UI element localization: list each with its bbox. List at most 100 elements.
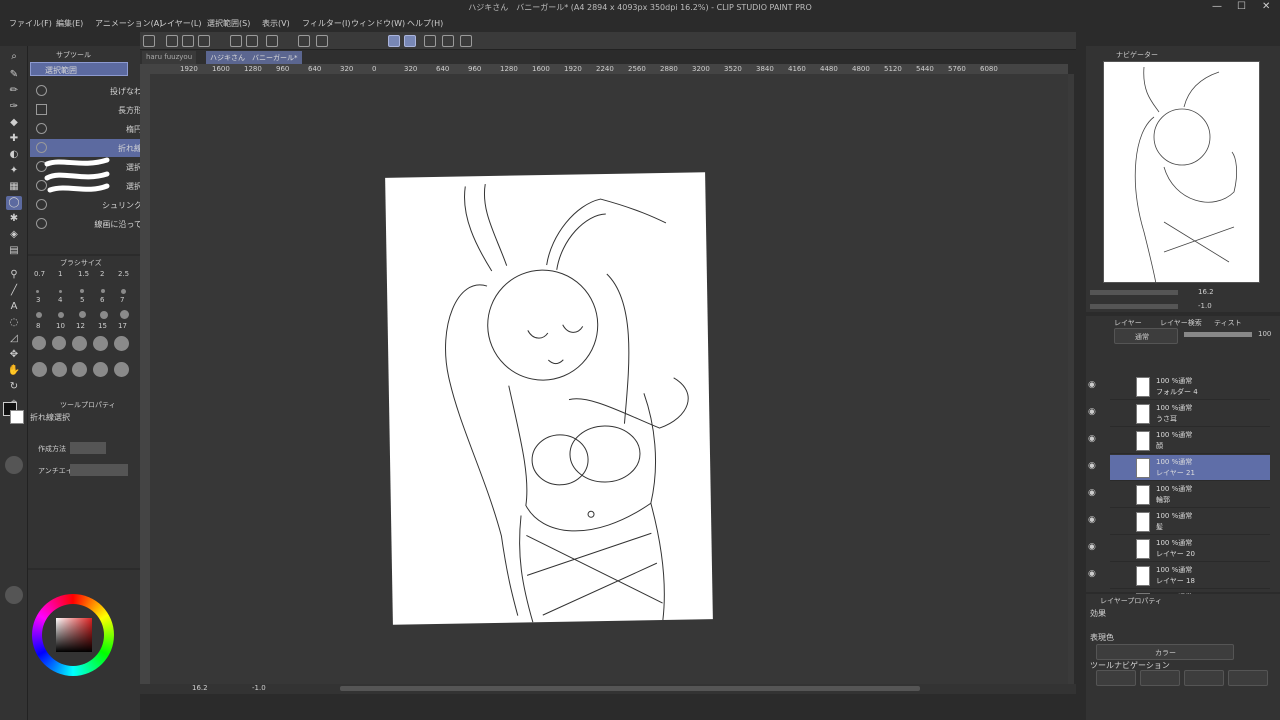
- fill-tool-icon[interactable]: ◈: [6, 228, 22, 242]
- close-icon[interactable]: ✕: [1262, 1, 1270, 12]
- brush-size-grid[interactable]: 0.7 1 1.5 2 2.5 3 4 5 6 7 8 10 12 15 17: [28, 270, 140, 398]
- decoration-tool-icon[interactable]: ✚: [6, 132, 22, 146]
- frame-tool-icon[interactable]: ▦: [6, 180, 22, 194]
- rotate-tool-icon[interactable]: ↻: [6, 380, 22, 394]
- auto-select-tool-icon[interactable]: ✱: [6, 212, 22, 226]
- new-file-icon[interactable]: [166, 35, 178, 47]
- eye-icon[interactable]: ◉: [1088, 380, 1096, 390]
- brush-tool-icon[interactable]: ✑: [6, 100, 22, 114]
- menu-layer[interactable]: レイヤー(L): [159, 18, 201, 29]
- menu-file[interactable]: ファイル(F): [9, 18, 52, 29]
- eye-icon[interactable]: ◉: [1088, 434, 1096, 444]
- airbrush-tool-icon[interactable]: ✦: [6, 164, 22, 178]
- balloon-tool-icon[interactable]: ◌: [6, 316, 22, 330]
- eye-icon[interactable]: ◉: [1088, 515, 1096, 525]
- layer-row[interactable]: 100 %通常 レイヤー 21: [1110, 455, 1270, 481]
- crop-icon[interactable]: [316, 35, 328, 47]
- eyedropper-tool-icon[interactable]: ⚲: [6, 268, 22, 282]
- layer-row[interactable]: 100 %通常 うさ耳: [1110, 401, 1270, 427]
- subtool-rectangle[interactable]: 長方形選択: [30, 101, 158, 119]
- vertical-scrollbar[interactable]: [1068, 74, 1074, 684]
- creation-method-buttons[interactable]: [70, 442, 106, 454]
- pencil-tool-icon[interactable]: ✏: [6, 84, 22, 98]
- layer-row[interactable]: 100 %通常 輪郭: [1110, 482, 1270, 508]
- hand-tool-icon[interactable]: ✋: [6, 364, 22, 378]
- ruler-tick-label: 2880: [660, 65, 678, 73]
- layer-row[interactable]: 100 %通常 レイヤー 20: [1110, 536, 1270, 562]
- menu-selection[interactable]: 選択範囲(S): [207, 18, 250, 29]
- layer-row[interactable]: 100 %通常 レイヤー 18: [1110, 563, 1270, 589]
- ruler-tick-label: 3520: [724, 65, 742, 73]
- subtool-polyline[interactable]: 折れ線選択: [30, 139, 158, 157]
- layer-row[interactable]: 100 %通常 フォルダー 4: [1110, 374, 1270, 400]
- layer-row[interactable]: 100 %通常髪: [1110, 509, 1270, 535]
- tool-nav-button-3[interactable]: [1184, 670, 1224, 686]
- eye-icon[interactable]: ◉: [1088, 488, 1096, 498]
- doc-tab-2[interactable]: ハジキさん バニーガール*: [206, 51, 302, 64]
- eye-icon[interactable]: ◉: [1088, 569, 1096, 579]
- menu-animation[interactable]: アニメーション(A): [95, 18, 162, 29]
- subtool-lasso[interactable]: 投げなわ選択: [30, 82, 158, 100]
- gradient-tool-icon[interactable]: ▤: [6, 244, 22, 258]
- layer-search-tab[interactable]: レイヤー検索: [1160, 318, 1202, 328]
- selection-tool-icon[interactable]: ◯: [6, 196, 22, 210]
- transform-icon[interactable]: [298, 35, 310, 47]
- zoom-tool-icon[interactable]: ⌕: [6, 50, 22, 64]
- text-tool-icon[interactable]: A: [6, 300, 22, 314]
- eye-icon[interactable]: ◉: [1088, 461, 1096, 471]
- subtool-ellipse[interactable]: 楕円選択: [30, 120, 158, 138]
- eye-icon[interactable]: ◉: [1088, 407, 1096, 417]
- settings-icon[interactable]: [460, 35, 472, 47]
- redo-icon[interactable]: [246, 35, 258, 47]
- angle-slider[interactable]: [1090, 304, 1178, 309]
- horizontal-scrollbar[interactable]: [340, 686, 920, 691]
- auto-action-tab[interactable]: ティスト: [1214, 318, 1242, 328]
- sub-color-swatch[interactable]: [10, 410, 24, 424]
- line-tool-icon[interactable]: ╱: [6, 284, 22, 298]
- navigator-zoom[interactable]: 16.2: [1198, 288, 1214, 296]
- menu-edit[interactable]: 編集(E): [56, 18, 83, 29]
- expression-color-select[interactable]: カラー: [1096, 644, 1234, 660]
- eye-icon[interactable]: ◉: [1088, 542, 1096, 552]
- angle-value[interactable]: -1.0: [252, 684, 266, 692]
- navigator-preview[interactable]: [1103, 61, 1260, 285]
- layer-row[interactable]: 100 %通常顔: [1110, 428, 1270, 454]
- app-icon[interactable]: [143, 35, 155, 47]
- snap-grid-icon[interactable]: [424, 35, 436, 47]
- zoom-value[interactable]: 16.2: [192, 684, 208, 692]
- layer-tab[interactable]: レイヤー: [1114, 318, 1142, 328]
- tool-nav-button-4[interactable]: [1228, 670, 1268, 686]
- document-tabs: haru fuuzyou ハジキさん バニーガール*: [140, 50, 540, 64]
- pen-tool-icon[interactable]: ✎: [6, 68, 22, 82]
- opacity-slider[interactable]: [1184, 332, 1252, 337]
- subtool-shrink-select[interactable]: シュリンク選択: [30, 196, 158, 214]
- blend-mode-select[interactable]: 通常: [1114, 328, 1178, 344]
- eraser-tool-icon[interactable]: ◆: [6, 116, 22, 130]
- subtool-line-select[interactable]: 線画に沿って選択: [30, 215, 158, 233]
- minimize-icon[interactable]: —: [1212, 1, 1222, 12]
- open-icon[interactable]: [182, 35, 194, 47]
- menu-view[interactable]: 表示(V): [262, 18, 290, 29]
- undo-icon[interactable]: [230, 35, 242, 47]
- frame-border-tool-icon[interactable]: ◿: [6, 332, 22, 346]
- tool-nav-button-2[interactable]: [1140, 670, 1180, 686]
- zoom-slider[interactable]: [1090, 290, 1178, 295]
- snap-ruler-icon[interactable]: [388, 35, 400, 47]
- ruler-icon[interactable]: [442, 35, 454, 47]
- saturation-value-square[interactable]: [56, 618, 92, 652]
- snap-special-ruler-icon[interactable]: [404, 35, 416, 47]
- antialias-buttons[interactable]: [70, 464, 128, 476]
- drawing-paper[interactable]: [385, 172, 713, 625]
- blend-tool-icon[interactable]: ◐: [6, 148, 22, 162]
- maximize-icon[interactable]: ☐: [1237, 1, 1246, 12]
- subtool-group-tab[interactable]: 選択範囲: [45, 65, 77, 76]
- menu-filter[interactable]: フィルター(I): [302, 18, 350, 29]
- doc-tab-1[interactable]: haru fuuzyou: [142, 51, 197, 64]
- save-icon[interactable]: [198, 35, 210, 47]
- navigator-angle[interactable]: -1.0: [1198, 302, 1212, 310]
- menu-window[interactable]: ウィンドウ(W): [351, 18, 405, 29]
- move-layer-tool-icon[interactable]: ✥: [6, 348, 22, 362]
- tool-nav-button-1[interactable]: [1096, 670, 1136, 686]
- clear-icon[interactable]: [266, 35, 278, 47]
- menu-help[interactable]: ヘルプ(H): [407, 18, 443, 29]
